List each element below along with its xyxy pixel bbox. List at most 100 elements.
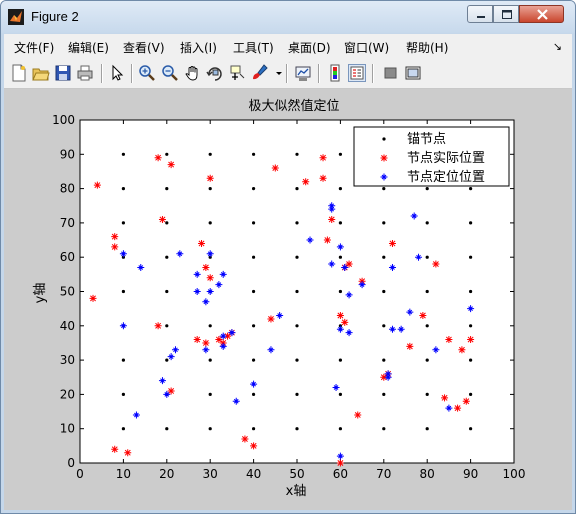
x-tick-label: 100 — [503, 467, 526, 481]
actual-position-point — [215, 336, 223, 344]
toolbar-separator — [372, 64, 374, 83]
y-tick-label: 0 — [67, 456, 75, 470]
title-bar[interactable]: Figure 2 — [1, 1, 575, 33]
actual-position-point — [198, 239, 206, 247]
actual-position-point — [319, 154, 327, 162]
anchor-node-point — [208, 152, 212, 156]
legend-icon[interactable] — [348, 64, 366, 82]
x-tick-label: 30 — [203, 467, 218, 481]
new-figure-icon[interactable] — [10, 64, 28, 82]
actual-position-point — [345, 260, 353, 268]
menu-dock-arrow-icon[interactable]: ↘ — [553, 40, 562, 53]
maximize-icon — [502, 10, 512, 19]
x-axis-label: x轴 — [286, 484, 307, 499]
anchor-node-point — [382, 289, 386, 294]
anchor-node-point — [252, 187, 256, 191]
actual-position-point — [302, 178, 310, 186]
actual-position-point — [241, 435, 249, 443]
x-tick-label: 80 — [420, 467, 435, 481]
anchor-node-point — [338, 187, 342, 191]
x-tick-label: 40 — [246, 467, 261, 481]
zoom-out-icon[interactable] — [161, 64, 179, 82]
menu-edit[interactable]: 编辑(E) — [68, 39, 109, 56]
legend-swatch-actual — [380, 154, 388, 162]
link-plot-icon[interactable] — [294, 64, 312, 82]
anchor-node-point — [425, 392, 429, 396]
y-tick-label: 20 — [60, 387, 75, 401]
anchor-node-point — [208, 358, 212, 362]
data-cursor-icon[interactable] — [228, 64, 246, 82]
anchor-node-point — [252, 427, 256, 431]
open-file-icon[interactable] — [32, 64, 50, 82]
save-icon[interactable] — [54, 64, 72, 82]
anchor-node-point — [382, 221, 386, 225]
anchor-node-point — [165, 187, 169, 191]
close-button[interactable] — [519, 5, 564, 23]
anchor-node-point — [252, 289, 256, 294]
brush-dropdown-icon[interactable] — [270, 64, 282, 82]
anchor-node-point — [338, 221, 342, 225]
maximize-button[interactable] — [493, 5, 519, 23]
actual-position-point — [111, 233, 119, 241]
rotate-3d-icon[interactable] — [206, 64, 224, 82]
actual-position-point — [445, 336, 453, 344]
anchor-node-point — [295, 324, 299, 328]
actual-position-point — [124, 449, 132, 457]
actual-position-point — [458, 346, 466, 354]
print-icon[interactable] — [76, 64, 94, 82]
anchor-node-point — [338, 392, 342, 396]
actual-position-point — [271, 164, 279, 172]
anchor-node-point — [208, 187, 212, 191]
anchor-node-point — [165, 289, 169, 294]
actual-position-point — [111, 445, 119, 453]
show-plot-tools-icon[interactable] — [404, 64, 422, 82]
brush-icon[interactable] — [250, 64, 268, 82]
menu-help[interactable]: 帮助(H) — [406, 39, 448, 56]
actual-position-point — [467, 336, 475, 344]
minimize-button[interactable] — [467, 5, 493, 23]
hide-plot-tools-icon[interactable] — [382, 64, 400, 82]
menu-window[interactable]: 窗口(W) — [344, 39, 389, 56]
actual-position-point — [167, 161, 175, 169]
menu-view[interactable]: 查看(V) — [123, 39, 165, 56]
anchor-node-point — [295, 187, 299, 191]
actual-position-point — [388, 239, 396, 247]
anchor-node-point — [295, 152, 299, 156]
figure-canvas: 极大似然值定位 0 10 20 30 40 50 60 70 80 90 100 0 10 20 30 40 5… — [4, 89, 572, 510]
anchor-node-point — [165, 427, 169, 431]
anchor-node-point — [338, 289, 342, 294]
menu-desktop[interactable]: 桌面(D) — [288, 39, 331, 56]
window-title: Figure 2 — [31, 9, 79, 24]
toolbar-separator — [131, 64, 133, 83]
actual-position-point — [250, 442, 258, 450]
legend[interactable]: 锚节点 节点实际位置 节点定位位置 — [353, 126, 510, 187]
actual-position-point — [354, 411, 362, 419]
anchor-node-point — [165, 221, 169, 225]
anchor-node-point — [121, 221, 125, 225]
menu-insert[interactable]: 插入(I) — [180, 39, 217, 56]
x-tick-label: 10 — [116, 467, 131, 481]
menu-file[interactable]: 文件(F) — [14, 39, 54, 56]
anchor-node-point — [121, 289, 125, 294]
actual-position-point — [462, 397, 470, 405]
y-tick-label: 60 — [60, 250, 75, 264]
toolbar-separator — [101, 64, 103, 83]
pan-icon[interactable] — [184, 64, 202, 82]
anchor-node-point — [252, 324, 256, 328]
edit-plot-arrow-icon[interactable] — [108, 64, 126, 82]
anchor-node-point — [165, 152, 169, 156]
actual-position-point — [419, 312, 427, 320]
anchor-node-point — [121, 392, 125, 396]
menu-tools[interactable]: 工具(T) — [233, 39, 274, 56]
anchor-node-point — [208, 221, 212, 225]
toolbar-separator — [318, 64, 320, 83]
anchor-node-point — [252, 392, 256, 396]
legend-swatch-anchor — [382, 137, 386, 141]
x-tick-label: 0 — [76, 467, 84, 481]
minimize-icon — [477, 16, 485, 18]
x-tick-label: 50 — [289, 467, 304, 481]
anchor-node-point — [469, 255, 473, 259]
zoom-in-icon[interactable] — [138, 64, 156, 82]
colorbar-icon[interactable] — [326, 64, 344, 82]
anchor-node-point — [469, 392, 473, 396]
